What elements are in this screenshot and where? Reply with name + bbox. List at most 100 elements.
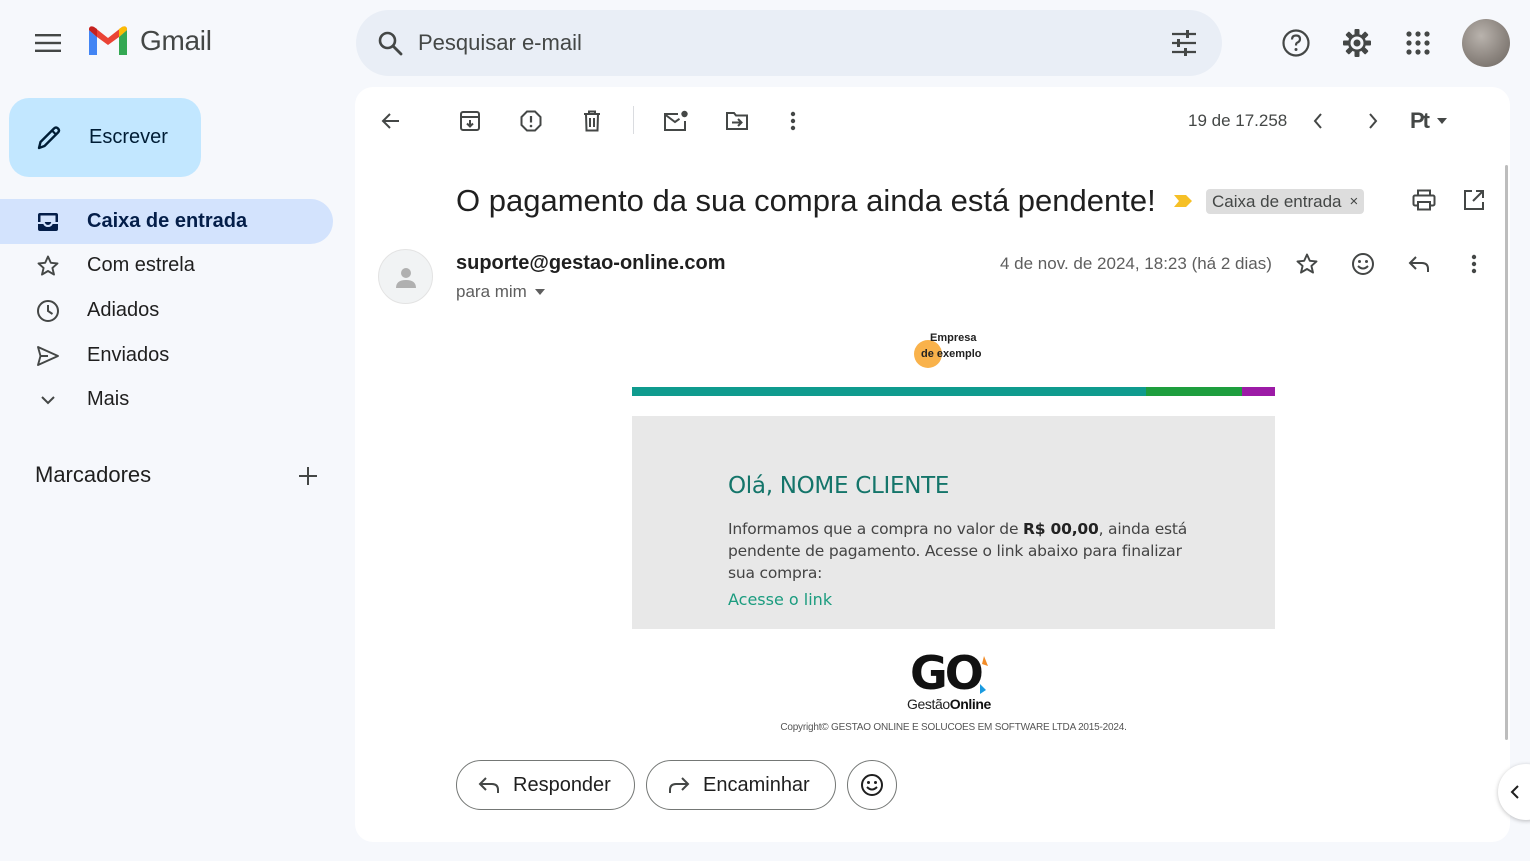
caret-down-icon: [534, 289, 545, 295]
sidebar-item-sent[interactable]: Enviados: [0, 333, 333, 378]
help-button[interactable]: [1272, 19, 1320, 67]
brand-part-2: Online: [949, 696, 992, 712]
settings-button[interactable]: [1333, 19, 1381, 67]
email-date: 4 de nov. de 2024, 18:23 (há 2 dias): [1000, 254, 1272, 273]
color-bar-purple: [1242, 387, 1275, 396]
recipient-label: para mim: [456, 282, 527, 301]
email-subject: O pagamento da sua compra ainda está pen…: [456, 183, 1156, 218]
print-button[interactable]: [1406, 182, 1442, 218]
caret-down-icon: [1437, 118, 1447, 124]
sidebar-item-inbox[interactable]: Caixa de entrada: [0, 199, 333, 244]
copyright: Copyright© GESTAO ONLINE E SOLUCOES EM S…: [780, 722, 1127, 733]
input-tools-button[interactable]: Pt: [1410, 108, 1448, 134]
company-logo-line1: Empresa: [930, 332, 977, 344]
label-chip-inbox: Caixa de entrada ×: [1206, 189, 1365, 214]
search-button[interactable]: [372, 25, 408, 61]
sidebar-item-label: Caixa de entrada: [87, 210, 248, 232]
recipient-details[interactable]: para mim: [456, 282, 545, 302]
more-vert-icon: [790, 111, 796, 131]
sidebar-item-snoozed[interactable]: Adiados: [0, 288, 333, 333]
message-text: Informamos que a compra no valor de R$ 0…: [728, 518, 1198, 584]
payment-link[interactable]: Acesse o link: [728, 590, 832, 609]
go-logo-arrow-icon: [980, 656, 988, 694]
search-bar[interactable]: [356, 10, 1222, 76]
toolbar-divider: [633, 106, 634, 134]
color-bar-green: [1146, 387, 1242, 396]
reply-button[interactable]: [1404, 249, 1434, 279]
open-new-window-button[interactable]: [1456, 182, 1492, 218]
sidebar-item-label: Mais: [87, 388, 130, 410]
compose-label: Escrever: [89, 126, 168, 148]
sidebar-item-more[interactable]: Mais: [0, 377, 333, 422]
move-to-button[interactable]: [717, 101, 757, 141]
chevron-down-icon: [35, 387, 61, 413]
labels-heading: Marcadores: [35, 462, 152, 487]
label-chip-text: Caixa de entrada: [1212, 191, 1342, 211]
chevron-left-icon: [1313, 113, 1322, 129]
arrow-back-icon: [381, 113, 399, 129]
back-button[interactable]: [371, 101, 411, 141]
sender-avatar: [378, 249, 433, 304]
mark-unread-button[interactable]: [656, 101, 696, 141]
emoji-reaction-button[interactable]: [847, 760, 897, 810]
gmail-logo-text: Gmail: [140, 25, 212, 56]
star-icon: [1296, 253, 1318, 274]
compose-button[interactable]: Escrever: [9, 98, 201, 177]
print-icon: [1412, 189, 1436, 211]
more-options-button[interactable]: [773, 101, 813, 141]
clock-icon: [35, 298, 61, 324]
search-icon: [378, 31, 403, 56]
move-to-folder-icon: [726, 112, 748, 130]
gmail-logo[interactable]: Gmail: [86, 24, 212, 58]
older-button[interactable]: [1353, 101, 1393, 141]
search-options-button[interactable]: [1160, 19, 1208, 67]
apps-button[interactable]: [1394, 19, 1442, 67]
company-logo-line2: de exemplo: [921, 348, 982, 360]
add-reaction-button[interactable]: [1348, 249, 1378, 279]
send-icon: [35, 343, 61, 369]
emoji-icon: [861, 774, 883, 796]
gestao-online-logo: GO GestãoOnline: [906, 646, 1006, 716]
remove-label-button[interactable]: ×: [1349, 193, 1358, 210]
sender-email[interactable]: suporte@gestao-online.com: [456, 252, 726, 275]
reply-action-button[interactable]: Responder: [456, 760, 635, 810]
message-amount: R$ 00,00: [1023, 520, 1099, 538]
gear-icon: [1343, 29, 1371, 57]
forward-label: Encaminhar: [703, 773, 810, 796]
company-logo: Empresa de exemplo: [912, 332, 1002, 372]
reply-icon: [477, 773, 501, 797]
scrollbar[interactable]: [1505, 165, 1508, 740]
star-button[interactable]: [1292, 249, 1322, 279]
archive-button[interactable]: [450, 101, 490, 141]
gestao-online-text: GestãoOnline: [907, 696, 991, 712]
delete-button[interactable]: [572, 101, 612, 141]
plus-icon: [299, 467, 317, 485]
forward-action-button[interactable]: Encaminhar: [646, 760, 836, 810]
message-pre: Informamos que a compra no valor de: [728, 520, 1024, 538]
greeting: Olá, NOME CLIENTE: [728, 473, 950, 499]
apps-grid-icon: [1406, 31, 1430, 55]
color-bar-teal: [632, 387, 1146, 396]
brand-part-1: Gestão: [907, 696, 950, 712]
archive-icon: [460, 111, 480, 131]
page-count: 19 de 17.258: [1188, 111, 1288, 130]
newer-button[interactable]: [1298, 101, 1338, 141]
inbox-icon: [35, 209, 61, 235]
pencil-icon: [37, 125, 61, 149]
report-spam-button[interactable]: [511, 101, 551, 141]
reply-icon: [1408, 256, 1429, 272]
person-icon: [395, 267, 416, 288]
star-icon: [35, 253, 61, 279]
report-spam-icon: [520, 110, 542, 132]
search-options-icon: [1172, 30, 1196, 56]
importance-marker[interactable]: [1173, 194, 1193, 208]
create-label-button[interactable]: [290, 458, 326, 494]
search-input[interactable]: [418, 30, 1160, 56]
account-avatar[interactable]: [1462, 19, 1510, 67]
main-menu-button[interactable]: [24, 19, 72, 67]
forward-icon: [667, 773, 691, 797]
sidebar-item-starred[interactable]: Com estrela: [0, 243, 333, 288]
importance-icon: [1174, 195, 1192, 207]
message-more-button[interactable]: [1459, 249, 1489, 279]
more-vert-icon: [1471, 254, 1477, 274]
